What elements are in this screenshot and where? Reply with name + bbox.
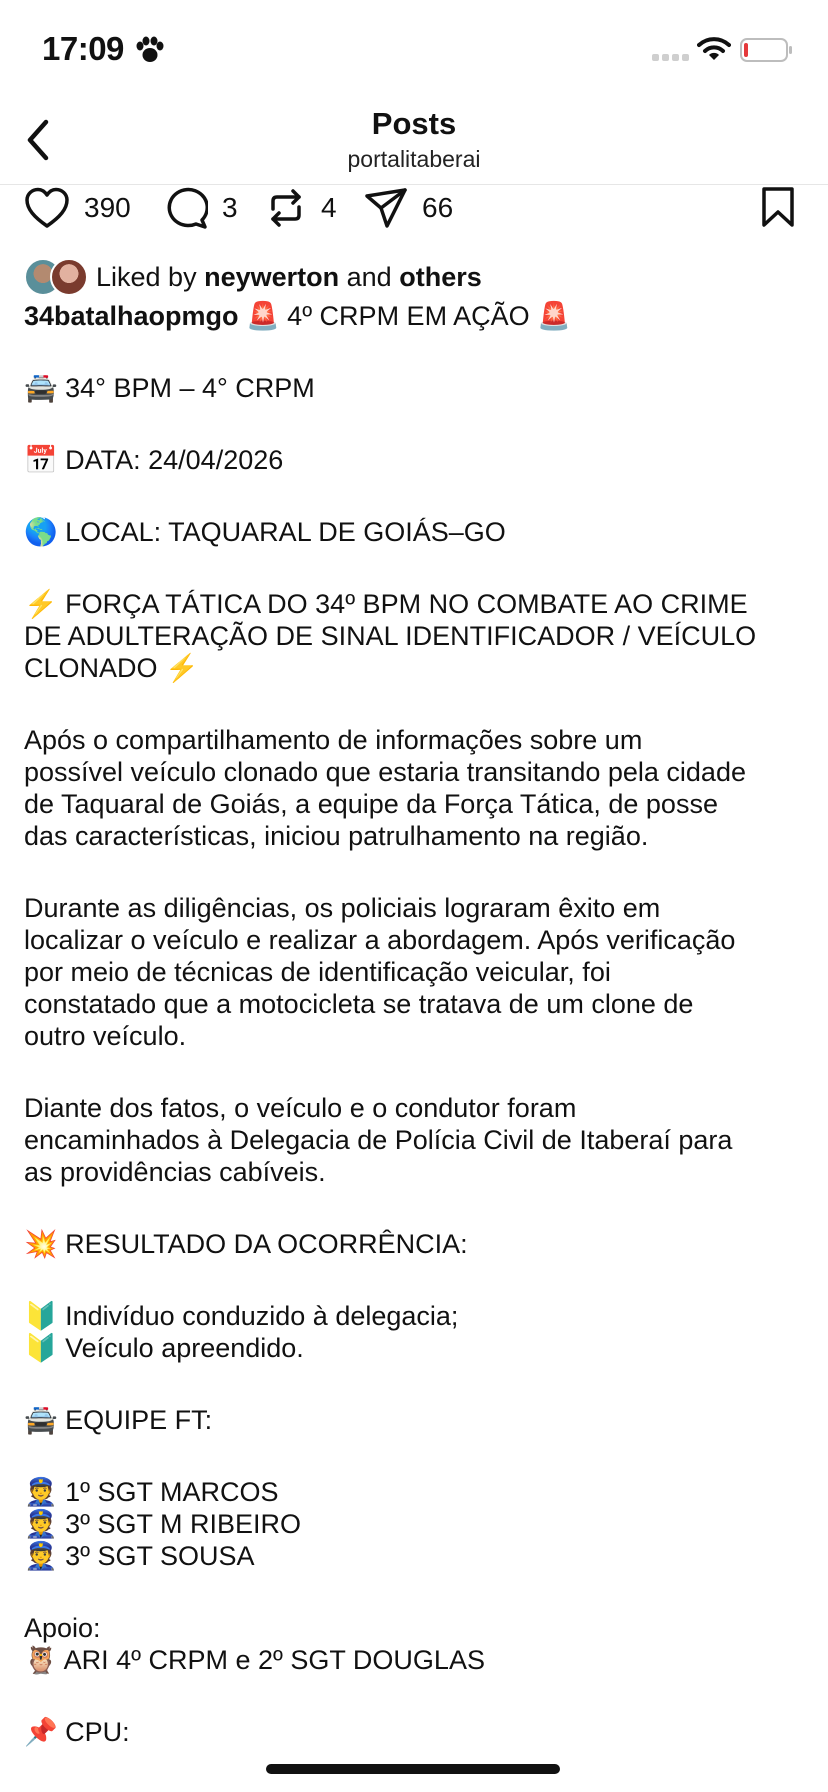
caption-line: CLONADO ⚡ bbox=[24, 653, 199, 683]
caption-line: ⚡ FORÇA TÁTICA DO 34º BPM NO COMBATE AO … bbox=[24, 589, 748, 619]
caption-line: Durante as diligências, os policiais log… bbox=[24, 893, 661, 923]
caption-line: 👮 3º SGT SOUSA bbox=[24, 1541, 255, 1571]
caption-line: por meio de técnicas de identificação ve… bbox=[24, 957, 611, 987]
caption-line: das características, iniciou patrulhamen… bbox=[24, 821, 649, 851]
caption-line: encaminhados à Delegacia de Polícia Civi… bbox=[24, 1125, 733, 1155]
post-actions: 390 3 4 66 bbox=[0, 186, 828, 236]
share-button[interactable]: 66 bbox=[364, 186, 453, 230]
liked-by-others[interactable]: others bbox=[399, 262, 482, 292]
caption-line: 🔰 Indivíduo conduzido à delegacia; bbox=[24, 1301, 459, 1331]
caption-line: 🔰 Veículo apreendido. bbox=[24, 1333, 304, 1363]
liked-by-user[interactable]: neywerton bbox=[204, 262, 339, 292]
comment-count: 3 bbox=[222, 192, 238, 223]
battery-icon bbox=[740, 38, 792, 62]
caption-line: possível veículo clonado que estaria tra… bbox=[24, 757, 746, 787]
post-caption: 34batalhaopmgo 🚨 4º CRPM EM AÇÃO 🚨 🚔 34°… bbox=[24, 300, 814, 1748]
caption-line: de Taquaral de Goiás, a equipe da Força … bbox=[24, 789, 718, 819]
caption-line: Após o compartilhamento de informações s… bbox=[24, 725, 643, 755]
page-subtitle[interactable]: portalitaberai bbox=[0, 146, 828, 173]
page-title: Posts bbox=[371, 106, 457, 141]
status-bar: 17:09 bbox=[0, 0, 828, 100]
caption-line: DE ADULTERAÇÃO DE SINAL IDENTIFICADOR / … bbox=[24, 621, 757, 651]
wifi-icon bbox=[697, 37, 731, 60]
share-icon bbox=[365, 188, 407, 228]
liked-by[interactable]: Liked by neywerton and others bbox=[24, 256, 482, 298]
caption-line: 🦉 ARI 4º CRPM e 2º SGT DOUGLAS bbox=[24, 1645, 485, 1675]
caption-line: Diante dos fatos, o veículo e o condutor… bbox=[24, 1093, 577, 1123]
caption-line: 📌 CPU: bbox=[24, 1717, 130, 1747]
caption-username[interactable]: 34batalhaopmgo bbox=[24, 301, 239, 331]
avatar[interactable] bbox=[50, 258, 88, 296]
comment-icon bbox=[167, 187, 208, 229]
heart-icon bbox=[25, 187, 69, 228]
caption-headline: 34batalhaopmgo 🚨 4º CRPM EM AÇÃO 🚨 bbox=[24, 301, 571, 331]
caption-line: 💥 RESULTADO DA OCORRÊNCIA: bbox=[24, 1229, 468, 1259]
caption-line: 👮 1º SGT MARCOS bbox=[24, 1477, 279, 1507]
like-button[interactable]: 390 bbox=[24, 186, 131, 230]
share-count: 66 bbox=[422, 192, 454, 223]
caption-line: 🚔 EQUIPE FT: bbox=[24, 1405, 213, 1435]
caption-line: as providências cabíveis. bbox=[24, 1157, 326, 1187]
caption-line: outro veículo. bbox=[24, 1021, 187, 1051]
liked-by-text: Liked by neywerton and others bbox=[96, 261, 482, 292]
caption-line: localizar o veículo e realizar a abordag… bbox=[24, 925, 736, 955]
caption-line: 🚔 34° BPM – 4° CRPM bbox=[24, 373, 315, 403]
status-time: 17:09 bbox=[42, 30, 124, 67]
caption-line: 🌎 LOCAL: TAQUARAL DE GOIÁS–GO bbox=[24, 517, 506, 547]
paw-icon bbox=[136, 36, 164, 62]
caption-line: Apoio: bbox=[24, 1613, 101, 1643]
caption-line: constatado que a motocicleta se tratava … bbox=[24, 989, 694, 1019]
comment-button[interactable]: 3 bbox=[164, 186, 238, 230]
caption-line: 👮 3º SGT M RIBEIRO bbox=[24, 1509, 302, 1539]
home-indicator[interactable] bbox=[266, 1764, 560, 1774]
repost-icon bbox=[271, 189, 301, 227]
nav-header: Posts portalitaberai bbox=[0, 100, 828, 185]
signal-icon bbox=[652, 54, 689, 61]
repost-button[interactable]: 4 bbox=[265, 186, 337, 230]
bookmark-icon[interactable] bbox=[760, 186, 796, 228]
repost-count: 4 bbox=[321, 192, 337, 223]
caption-line: 📅 DATA: 24/04/2026 bbox=[24, 445, 284, 475]
like-count: 390 bbox=[84, 192, 131, 223]
